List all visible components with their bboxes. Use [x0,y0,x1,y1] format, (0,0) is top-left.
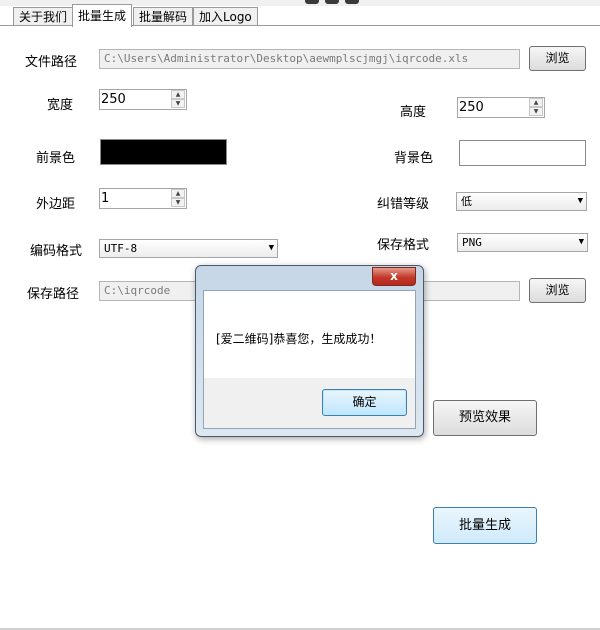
encoding-label: 编码格式 [30,244,83,259]
spin-down-icon[interactable]: ▼ [171,99,185,108]
tab-batch-decode[interactable]: 批量解码 [133,7,194,26]
file-path-input[interactable]: C:\Users\Administrator\Desktop\aewmplscj… [99,49,520,69]
height-label: 高度 [400,105,427,120]
save-format-value: PNG [462,236,482,249]
batch-generate-button[interactable]: 批量生成 [433,507,537,544]
tab-bar: 关于我们 批量生成 批量解码 加入Logo [0,4,600,27]
save-format-label: 保存格式 [377,238,430,253]
tab-batch-generate[interactable]: 批量生成 [72,4,133,27]
background-color-swatch[interactable] [459,140,586,166]
foreground-color-swatch[interactable] [100,139,227,165]
margin-stepper[interactable]: 1 ▲ ▼ [99,188,187,209]
margin-value: 1 [101,191,110,206]
file-browse-button[interactable]: 浏览 [529,46,586,71]
width-value: 250 [101,92,126,107]
error-level-value: 低 [461,195,472,208]
height-value: 250 [459,100,484,115]
preview-button[interactable]: 预览效果 [433,400,537,436]
spin-up-icon[interactable]: ▲ [529,98,543,107]
error-level-label: 纠错等级 [377,197,430,212]
dialog-body: [爱二维码]恭喜您，生成成功！ 确定 [203,290,416,429]
background-label: 背景色 [394,151,434,166]
close-button[interactable]: x [372,267,416,286]
save-format-select[interactable]: PNG ▼ [457,233,588,252]
save-browse-button[interactable]: 浏览 [529,278,586,303]
error-level-select[interactable]: 低 ▼ [456,192,587,211]
chevron-down-icon: ▼ [578,237,584,247]
dialog-message: [爱二维码]恭喜您，生成成功！ [216,332,382,346]
margin-label: 外边距 [36,197,76,212]
encoding-value: UTF-8 [104,242,138,255]
spin-down-icon[interactable]: ▼ [529,107,543,116]
chevron-down-icon: ▼ [268,243,274,253]
foreground-label: 前景色 [36,151,76,166]
spin-up-icon[interactable]: ▲ [171,189,185,198]
save-path-label: 保存路径 [27,287,80,302]
chevron-down-icon: ▼ [577,196,583,206]
close-icon: x [390,269,398,283]
tab-about[interactable]: 关于我们 [13,7,74,26]
file-path-label: 文件路径 [25,55,78,70]
ok-button[interactable]: 确定 [322,389,407,416]
encoding-select[interactable]: UTF-8 ▼ [99,239,278,258]
spin-down-icon[interactable]: ▼ [171,198,185,207]
success-dialog: x [爱二维码]恭喜您，生成成功！ 确定 [195,265,424,437]
tab-add-logo[interactable]: 加入Logo [193,7,258,26]
dialog-message-area: [爱二维码]恭喜您，生成成功！ [204,291,415,378]
width-stepper[interactable]: 250 ▲ ▼ [99,89,187,110]
spin-up-icon[interactable]: ▲ [171,90,185,99]
width-label: 宽度 [47,98,74,113]
height-stepper[interactable]: 250 ▲ ▼ [457,97,545,118]
